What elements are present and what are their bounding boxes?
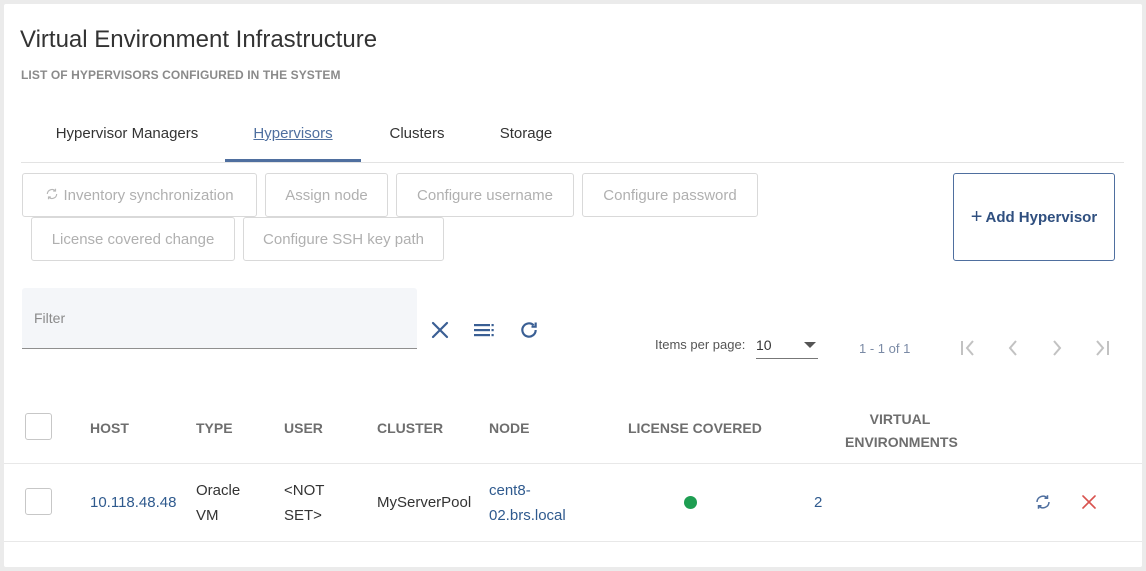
row-type-line1: Oracle [196,482,241,499]
items-per-page-select[interactable]: 10 [756,333,818,359]
column-header-virtual-environments[interactable]: VIRTUAL ENVIRONMENTS [845,408,958,454]
configure-username-button[interactable]: Configure username [396,173,574,217]
page-title: Virtual Environment Infrastructure [20,26,378,53]
column-header-cluster[interactable]: CLUSTER [377,420,443,436]
inventory-sync-label: Inventory synchronization [63,186,234,204]
list-icon[interactable] [472,318,496,342]
tab-storage[interactable]: Storage [473,110,579,162]
next-page-icon[interactable] [1044,336,1070,360]
add-hypervisor-label: Add Hypervisor [985,208,1098,226]
row-divider [4,541,1142,542]
sync-icon [45,187,59,204]
first-page-icon[interactable] [955,336,981,360]
assign-node-label: Assign node [285,186,368,204]
row-type: Oracle VM [196,478,240,528]
add-hypervisor-button[interactable]: + Add Hypervisor [953,173,1115,261]
row-user-line2: SET> [284,507,322,524]
row-node-line1: cent8- [489,482,531,499]
select-all-checkbox[interactable] [25,413,52,440]
column-header-virtual-line2: ENVIRONMENTS [845,434,958,450]
row-sync-icon[interactable] [1031,490,1055,514]
license-covered-change-label: License covered change [51,230,215,248]
row-cluster: MyServerPool [377,494,472,511]
refresh-icon[interactable] [517,318,541,342]
configure-ssh-key-label: Configure SSH key path [263,230,424,248]
configure-username-label: Configure username [417,186,553,204]
row-node-link[interactable]: cent8- 02.brs.local [489,478,566,528]
row-delete-icon[interactable] [1077,490,1101,514]
column-header-host[interactable]: HOST [90,420,129,436]
plus-icon: + [970,205,983,228]
column-header-user[interactable]: USER [284,420,323,436]
row-host-link[interactable]: 10.118.48.48 [90,490,176,515]
row-user: <NOT SET> [284,478,324,528]
page-subtitle: LIST OF HYPERVISORS CONFIGURED IN THE SY… [21,68,341,82]
tab-clusters[interactable]: Clusters [361,110,473,162]
filter-field [22,288,417,349]
items-per-page-label: Items per page: [655,337,746,352]
configure-password-label: Configure password [603,186,737,204]
filter-input[interactable] [22,288,417,348]
inventory-sync-button[interactable]: Inventory synchronization [22,173,257,217]
pager-range: 1 - 1 of 1 [859,341,911,356]
tab-bar: Hypervisor Managers Hypervisors Clusters… [21,110,1124,163]
tab-hypervisors[interactable]: Hypervisors [225,110,361,162]
configure-ssh-key-button[interactable]: Configure SSH key path [243,217,444,261]
column-header-type[interactable]: TYPE [196,420,233,436]
chevron-down-icon [804,342,816,348]
license-status-dot [684,496,697,509]
header-divider [4,463,1142,464]
row-checkbox[interactable] [25,488,52,515]
items-per-page-value: 10 [756,337,772,353]
row-type-line2: VM [196,507,219,524]
row-virtual-environments-link[interactable]: 2 [814,490,822,515]
column-header-license-covered[interactable]: LICENSE COVERED [628,420,762,436]
license-covered-change-button[interactable]: License covered change [31,217,235,261]
last-page-icon[interactable] [1089,336,1115,360]
configure-password-button[interactable]: Configure password [582,173,758,217]
row-node-line2: 02.brs.local [489,507,566,524]
column-header-virtual-line1: VIRTUAL [869,411,931,427]
tab-hypervisor-managers[interactable]: Hypervisor Managers [27,110,227,162]
previous-page-icon[interactable] [1000,336,1026,360]
row-user-line1: <NOT [284,482,325,499]
assign-node-button[interactable]: Assign node [265,173,388,217]
column-header-node[interactable]: NODE [489,420,529,436]
close-icon[interactable] [428,318,452,342]
main-card [4,4,1142,567]
